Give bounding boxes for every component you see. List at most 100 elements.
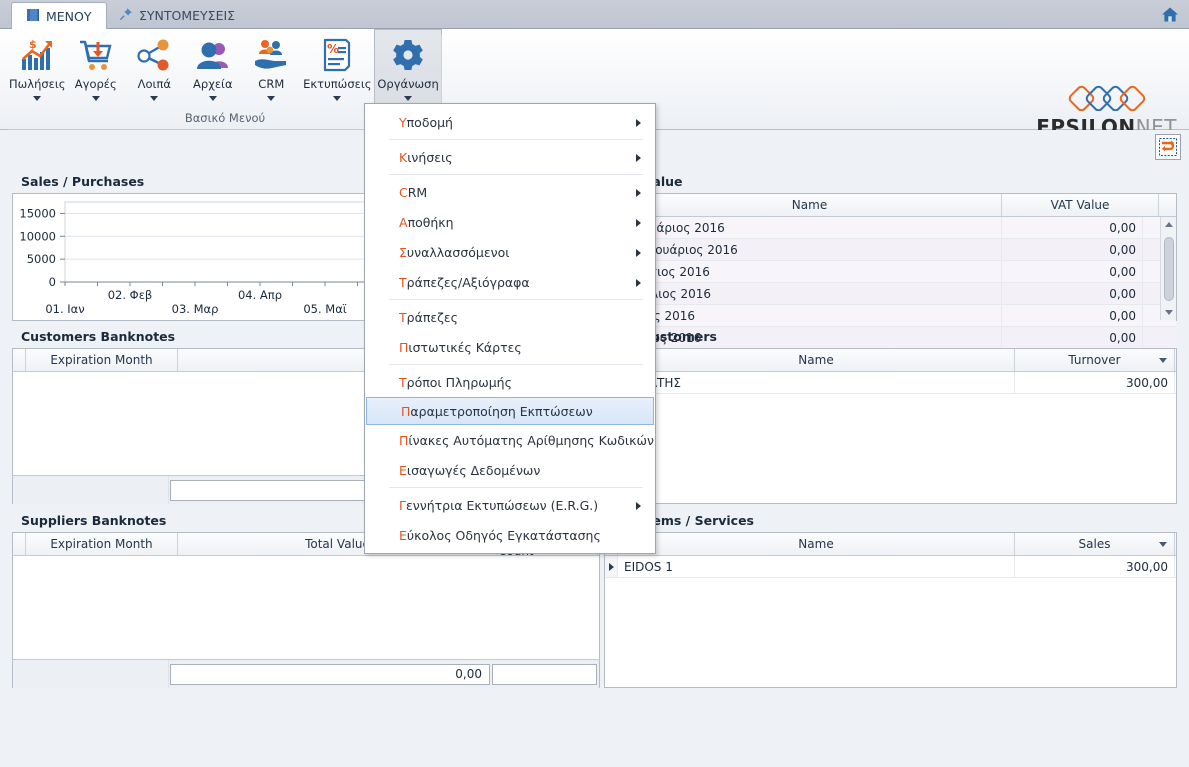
scroll-down-icon[interactable] (1161, 305, 1176, 320)
menu-item-accelerator: Π (399, 339, 409, 355)
organosi-dropdown-menu[interactable]: Υποδομή Κινήσεις C RM Αποθήκη Συναλλασσόμενοι… (364, 103, 656, 554)
footer-banknotes-count[interactable] (492, 663, 597, 685)
chevron-down-icon[interactable] (150, 96, 159, 101)
column-header-label: Turnover (1068, 353, 1121, 367)
chevron-down-icon[interactable] (91, 96, 100, 101)
submenu-arrow-icon[interactable] (636, 502, 641, 510)
suppliers-banknotes-grid[interactable]: Expiration Month Total Value Banknotes C… (13, 530, 599, 688)
column-header[interactable]: Name (618, 194, 1002, 216)
grid-container: Name Sales EIDOS 1 300,00 (604, 532, 1177, 688)
share-nodes-icon (135, 35, 173, 75)
ribbon-button-arxeia[interactable]: Αρχεία (184, 29, 243, 111)
people-icon (194, 35, 232, 75)
table-row[interactable]: Μάρτιος 2016 0,00 (605, 261, 1176, 283)
table-row[interactable]: Φεβρουάριος 2016 0,00 (605, 239, 1176, 261)
submenu-arrow-icon[interactable] (636, 154, 641, 162)
column-header[interactable]: Turnover (1015, 349, 1175, 371)
cell-name: Ιανουάριος 2016 (618, 217, 1002, 238)
book-icon (26, 8, 40, 25)
cell-name: Μάιος 2016 (618, 305, 1002, 326)
ribbon-button-organosi[interactable]: Οργάνωση (374, 29, 442, 111)
menu-item-6[interactable]: Τράπεζες (365, 302, 655, 332)
ribbon-label: Αγορές (74, 77, 117, 91)
menu-item-8[interactable]: Τρόποι Πληρωμής (365, 367, 655, 397)
gear-icon (391, 35, 425, 75)
menu-item-9[interactable]: Παραμετροποίηση Εκπτώσεων (366, 397, 654, 425)
ribbon-button-agores[interactable]: Αγορές (67, 29, 126, 111)
menu-item-12[interactable]: Γεννήτρια Εκτυπώσεων (E.R.G.) (365, 490, 655, 520)
tab-syntomeyseis[interactable]: ΣΥΝΤΟΜΕΥΣΕΙΣ (105, 2, 249, 29)
column-header[interactable]: Name (618, 349, 1015, 371)
svg-text:%: % (327, 42, 339, 56)
menu-item-accelerator: Τ (399, 274, 407, 290)
submenu-arrow-icon[interactable] (636, 279, 641, 287)
panel-top-items-services: Top Items / Services Name Sales EIDOS 13… (604, 510, 1177, 690)
sort-descending-icon[interactable] (1159, 542, 1167, 547)
pin-icon (119, 7, 133, 24)
menu-item-7[interactable]: Πιστωτικές Κάρτες (365, 332, 655, 362)
chevron-down-icon[interactable] (267, 96, 276, 101)
menu-item-11[interactable]: Εισαγωγές Δεδομένων (365, 455, 655, 485)
refresh-icon[interactable] (1155, 134, 1181, 160)
column-header[interactable]: Expiration Month (26, 349, 178, 371)
menu-item-13[interactable]: Εύκολος Οδηγός Εγκατάστασης (365, 520, 655, 550)
submenu-arrow-icon[interactable] (636, 249, 641, 257)
table-row[interactable]: Απρίλιος 2016 0,00 (605, 283, 1176, 305)
menu-item-5[interactable]: Τράπεζες/Αξιόγραφα (365, 267, 655, 297)
current-row-arrow-icon (608, 562, 614, 571)
svg-text:03. Μαρ: 03. Μαρ (172, 302, 219, 316)
menu-item-label: RM (407, 184, 428, 200)
ribbon-button-poliseis[interactable]: $ Πωλήσεις (8, 29, 67, 111)
sort-descending-icon[interactable] (1159, 358, 1167, 363)
tab-menoy[interactable]: ΜΕΝΟΥ (11, 2, 107, 30)
menu-item-accelerator: Τ (399, 374, 407, 390)
column-header[interactable]: Sales (1015, 533, 1175, 555)
chevron-down-icon[interactable] (333, 96, 342, 101)
table-row[interactable]: Ιανουάριος 2016 0,00 (605, 217, 1176, 239)
scrollbar-thumb[interactable] (1164, 237, 1174, 301)
vat-value-grid[interactable]: Name VAT Value Ιανουάριος 2016 0,00 Φεβρου… (605, 194, 1176, 393)
menu-item-1[interactable]: Κινήσεις (365, 142, 655, 172)
menu-item-accelerator: Τ (399, 309, 407, 325)
chevron-down-icon[interactable] (404, 96, 413, 101)
submenu-arrow-icon[interactable] (636, 219, 641, 227)
table-row[interactable]: ΠΕΛΑΤΗΣ300,00 (605, 372, 1176, 394)
menu-item-2[interactable]: C RM (365, 177, 655, 207)
cell-name: Φεβρουάριος 2016 (618, 239, 1002, 260)
chevron-down-icon[interactable] (208, 96, 217, 101)
menu-item-accelerator: Π (401, 403, 411, 419)
menu-item-0[interactable]: Υποδομή (365, 107, 655, 137)
menu-item-4[interactable]: Συναλλασσόμενοι (365, 237, 655, 267)
menu-item-10[interactable]: Πίνακες Αυτόματης Αρίθμησης Κωδικών (365, 425, 655, 455)
column-header[interactable]: VAT Value (1002, 194, 1159, 216)
menu-item-label: ράπεζες (406, 309, 458, 325)
menu-item-accelerator: Υ (399, 114, 407, 130)
top-items-grid[interactable]: Name Sales EIDOS 1 300,00 (605, 533, 1176, 687)
table-row[interactable]: EIDOS 1 300,00 (605, 556, 1176, 578)
menu-item-label: ρόποι Πληρωμής (406, 374, 512, 390)
column-header[interactable]: Name (618, 533, 1015, 555)
menu-item-label: ιστωτικές Κάρτες (408, 339, 522, 355)
row-marker-header (13, 533, 26, 555)
table-row[interactable]: Μάιος 2016 0,00 (605, 305, 1176, 327)
ribbon-button-ektyposeis[interactable]: % Εκτυπώσεις (301, 29, 375, 111)
home-icon[interactable] (1159, 4, 1181, 25)
submenu-arrow-icon[interactable] (636, 189, 641, 197)
ribbon-button-crm[interactable]: CRM (242, 29, 301, 111)
column-header[interactable]: Expiration Month (26, 533, 178, 555)
grid-container: Name Turnover ΠΕΛΑΤΗΣ300,00 (604, 348, 1177, 504)
top-customers-grid[interactable]: Name Turnover ΠΕΛΑΤΗΣ300,00 (605, 349, 1176, 503)
scroll-up-icon[interactable] (1161, 217, 1176, 232)
vertical-scrollbar[interactable] (1160, 217, 1176, 320)
submenu-arrow-icon[interactable] (636, 119, 641, 127)
ribbon-group-separator (441, 35, 442, 111)
tab-label: ΜΕΝΟΥ (46, 9, 92, 24)
menu-item-label: ποδομή (406, 114, 453, 130)
crm-handshake-icon (252, 35, 290, 75)
footer-total-value[interactable]: 0,00 (170, 663, 490, 685)
chevron-down-icon[interactable] (33, 96, 42, 101)
ribbon-button-loipa[interactable]: Λοιπά (125, 29, 184, 111)
menu-item-3[interactable]: Αποθήκη (365, 207, 655, 237)
row-marker[interactable] (605, 556, 618, 577)
svg-text:04. Απρ: 04. Απρ (238, 288, 282, 302)
